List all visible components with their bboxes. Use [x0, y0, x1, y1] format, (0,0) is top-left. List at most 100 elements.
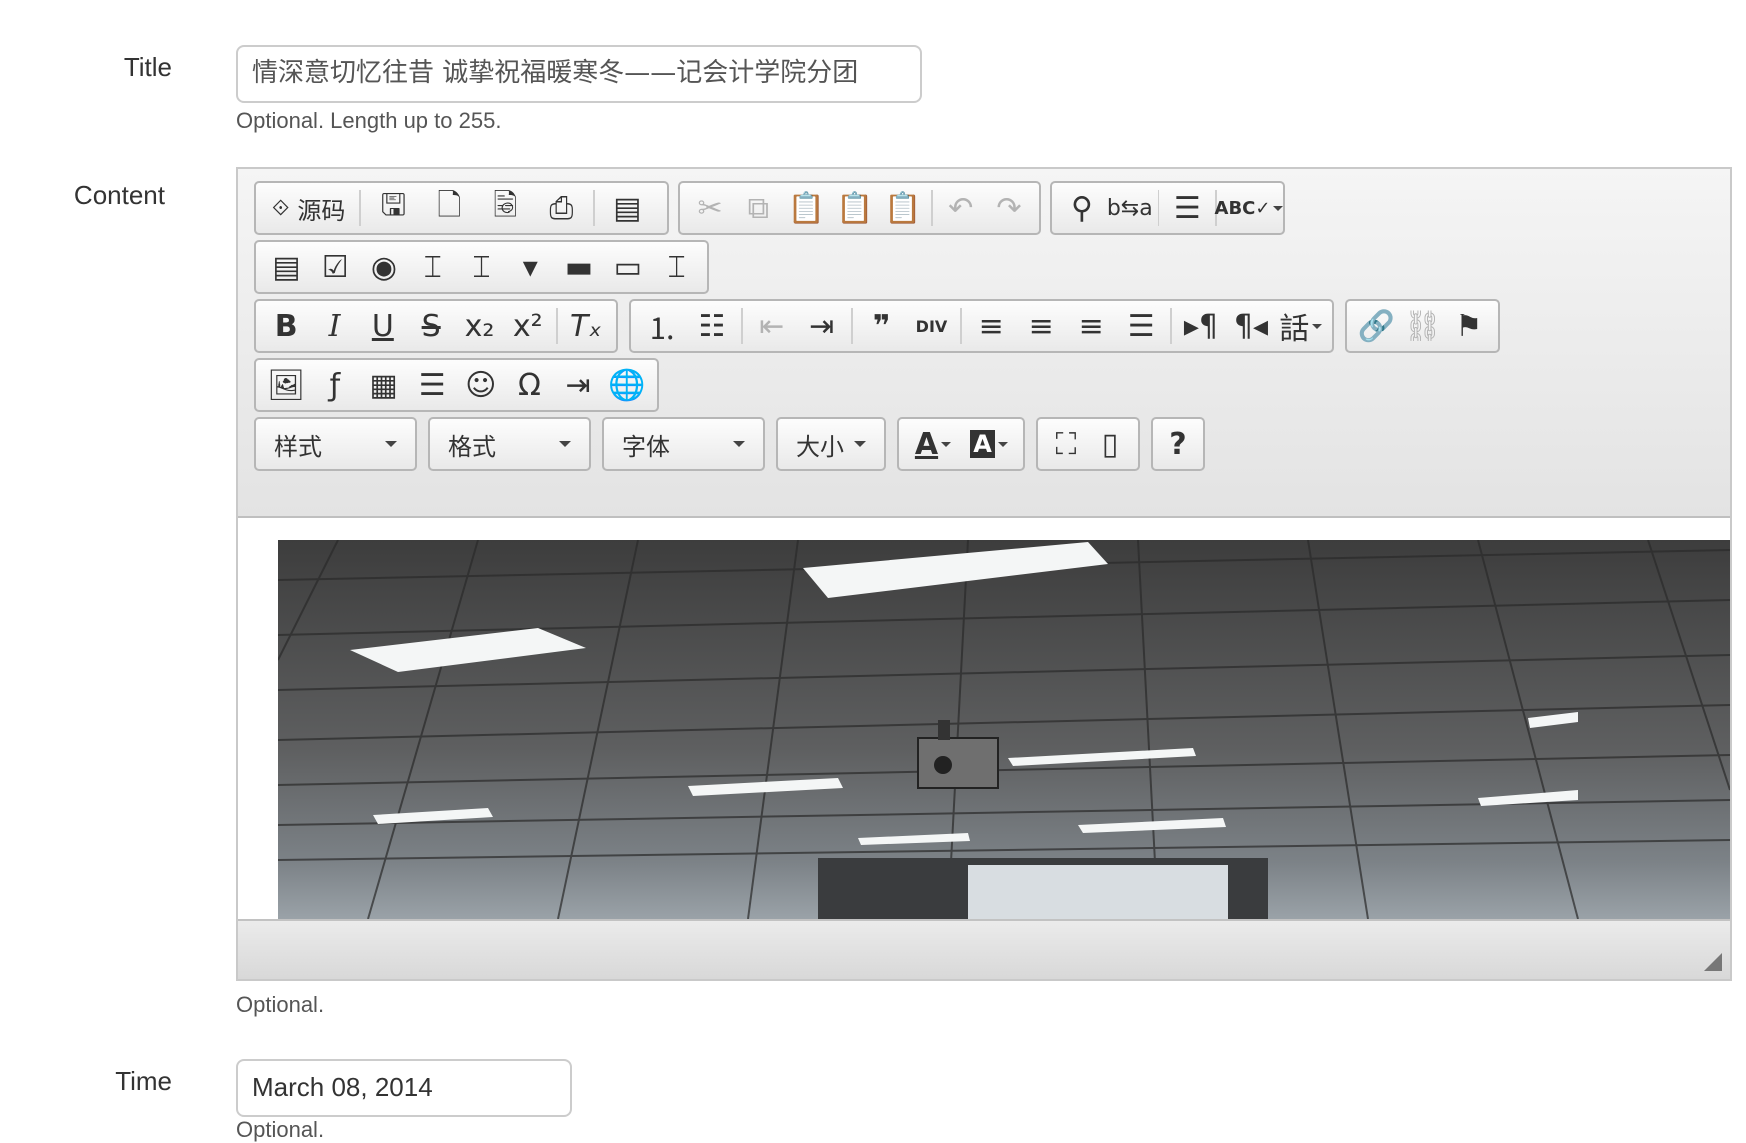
- remove-format-button[interactable]: Tₓ: [562, 301, 610, 351]
- size-combo[interactable]: 大小: [776, 417, 886, 471]
- image-button[interactable]: 🖼: [262, 360, 311, 410]
- superscript-button[interactable]: x²: [504, 301, 552, 351]
- text-color-button[interactable]: A: [905, 419, 961, 469]
- new-page-button[interactable]: 🗋: [421, 183, 477, 233]
- subscript-button[interactable]: x₂: [455, 301, 503, 351]
- bold-button[interactable]: B: [262, 301, 310, 351]
- toolbar-separator: [593, 190, 596, 226]
- paste-button[interactable]: 📋: [782, 183, 830, 233]
- classroom-ceiling-photo: [278, 540, 1730, 919]
- page-break-icon: ⇥: [565, 367, 591, 403]
- strike-button[interactable]: S: [407, 301, 455, 351]
- select-all-button[interactable]: ☰: [1163, 183, 1211, 233]
- preview-icon: 🗟: [493, 187, 518, 223]
- link-button[interactable]: 🔗: [1353, 301, 1399, 351]
- format-combo[interactable]: 格式: [428, 417, 591, 471]
- size-combo-label: 大小: [796, 432, 844, 461]
- undo-button[interactable]: ↶: [937, 183, 985, 233]
- ltr-icon: ▸¶: [1183, 308, 1219, 344]
- align-left-button[interactable]: ≡: [966, 301, 1016, 351]
- toolbar-separator: [850, 308, 853, 344]
- chevron-down-icon: [997, 441, 1008, 447]
- blockquote-button[interactable]: ❞: [857, 301, 907, 351]
- resize-handle-icon[interactable]: [1704, 953, 1722, 971]
- show-blocks-button[interactable]: ▯: [1088, 419, 1132, 469]
- font-combo[interactable]: 字体: [602, 417, 765, 471]
- title-input[interactable]: 情深意切忆往昔 诚挚祝福暖寒冬——记会计学院分团: [236, 45, 922, 103]
- special-char-button[interactable]: Ω: [505, 360, 554, 410]
- outdent-button[interactable]: ⇤: [747, 301, 797, 351]
- source-button[interactable]: ⟐ 源码: [262, 183, 355, 233]
- toolbar-group-colors: A A: [897, 417, 1025, 471]
- source-button-label: 源码: [297, 196, 346, 225]
- rich-text-editor[interactable]: ⟐ 源码 🖫 🗋 🗟 ⎙ ▤ ✂ ⧉ 📋 📋 📋 ↶ ↷ ⚲ b⇆a ☰ ABC…: [236, 167, 1732, 981]
- button-button[interactable]: ▬: [555, 242, 604, 292]
- textarea-button[interactable]: ⌶: [457, 242, 506, 292]
- underline-icon: U: [371, 308, 394, 344]
- copy-button[interactable]: ⧉: [734, 183, 782, 233]
- smiley-button[interactable]: ☺: [457, 360, 506, 410]
- paste-word-button[interactable]: 📋: [879, 183, 927, 233]
- justify-button[interactable]: ☰: [1116, 301, 1166, 351]
- chevron-down-icon: [1273, 205, 1284, 211]
- horizontal-rule-button[interactable]: ☰: [408, 360, 457, 410]
- image-button-button[interactable]: ▭: [603, 242, 652, 292]
- bulleted-list-button[interactable]: ☷: [687, 301, 737, 351]
- templates-button[interactable]: ▤: [599, 183, 655, 233]
- save-button[interactable]: 🖫: [365, 183, 421, 233]
- language-button[interactable]: 話: [1276, 301, 1326, 351]
- toolbar-group-paragraph: ⒈ ☷ ⇤ ⇥ ❞ DIV ≡ ≡ ≡ ☰ ▸¶ ¶◂ 話: [629, 299, 1334, 353]
- justify-icon: ☰: [1127, 308, 1155, 344]
- spellcheck-button[interactable]: ABC✓: [1215, 183, 1284, 233]
- checkbox-button[interactable]: ☑: [311, 242, 360, 292]
- rtl-button[interactable]: ¶◂: [1226, 301, 1276, 351]
- background-color-button[interactable]: A: [961, 419, 1017, 469]
- indent-button[interactable]: ⇥: [797, 301, 847, 351]
- select-button[interactable]: ▾: [506, 242, 555, 292]
- div-icon: DIV: [915, 316, 948, 336]
- print-button[interactable]: ⎙: [533, 183, 589, 233]
- div-button[interactable]: DIV: [906, 301, 956, 351]
- copy-icon: ⧉: [747, 190, 769, 226]
- style-combo[interactable]: 样式: [254, 417, 417, 471]
- maximize-button[interactable]: ⛶: [1044, 419, 1088, 469]
- paste-text-button[interactable]: 📋: [831, 183, 879, 233]
- toolbar-separator: [555, 308, 558, 344]
- select-all-icon: ☰: [1173, 190, 1201, 226]
- text-field-button[interactable]: ⌶: [408, 242, 457, 292]
- flag-icon: ⚑: [1455, 308, 1483, 344]
- form-button[interactable]: ▤: [262, 242, 311, 292]
- numbered-list-button[interactable]: ⒈: [637, 301, 687, 351]
- hidden-field-button[interactable]: ⌶: [652, 242, 701, 292]
- italic-button[interactable]: I: [310, 301, 358, 351]
- ltr-button[interactable]: ▸¶: [1176, 301, 1226, 351]
- content-image[interactable]: [278, 540, 1730, 919]
- undo-icon: ↶: [948, 190, 974, 226]
- text-color-icon: A: [914, 426, 939, 462]
- find-button[interactable]: ⚲: [1058, 183, 1106, 233]
- preview-button[interactable]: 🗟: [477, 183, 533, 233]
- about-button[interactable]: ?: [1153, 419, 1203, 469]
- iframe-button[interactable]: 🌐: [602, 360, 651, 410]
- align-center-button[interactable]: ≡: [1016, 301, 1066, 351]
- replace-button[interactable]: b⇆a: [1106, 183, 1154, 233]
- align-right-button[interactable]: ≡: [1066, 301, 1116, 351]
- toolbar-group-document: ⟐ 源码 🖫 🗋 🗟 ⎙ ▤: [254, 181, 669, 235]
- anchor-button[interactable]: ⚑: [1446, 301, 1492, 351]
- flash-icon: ƒ: [329, 367, 341, 403]
- unlink-icon: ⛓: [1403, 308, 1442, 344]
- flash-button[interactable]: ƒ: [311, 360, 360, 410]
- time-label: Time: [115, 1066, 172, 1096]
- paste-text-icon: 📋: [835, 190, 874, 226]
- italic-icon: I: [328, 308, 341, 344]
- redo-button[interactable]: ↷: [985, 183, 1033, 233]
- time-input[interactable]: March 08, 2014: [236, 1059, 572, 1117]
- table-button[interactable]: ▦: [359, 360, 408, 410]
- unlink-button[interactable]: ⛓: [1399, 301, 1445, 351]
- underline-button[interactable]: U: [359, 301, 407, 351]
- page-break-button[interactable]: ⇥: [554, 360, 603, 410]
- cut-button[interactable]: ✂: [686, 183, 734, 233]
- toolbar-separator: [960, 308, 963, 344]
- editor-content-area[interactable]: [238, 518, 1730, 919]
- radio-button[interactable]: ◉: [360, 242, 409, 292]
